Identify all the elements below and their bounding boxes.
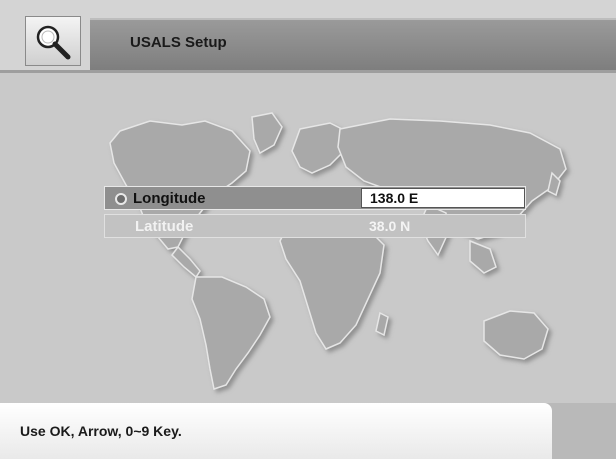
- latitude-row[interactable]: Latitude 38.0 N: [104, 214, 526, 238]
- longitude-value: 138.0 E: [370, 190, 419, 206]
- latitude-value[interactable]: 38.0 N: [369, 218, 410, 234]
- latitude-label: Latitude: [135, 218, 194, 235]
- magnifier-icon: [25, 16, 81, 66]
- title-bar: USALS Setup: [90, 18, 616, 70]
- longitude-label: Longitude: [133, 190, 206, 207]
- selected-radio-icon: [115, 193, 127, 205]
- world-map-area: Longitude 138.0 E Latitude 38.0 N: [0, 73, 616, 403]
- header: USALS Setup: [0, 0, 616, 72]
- longitude-input[interactable]: 138.0 E: [361, 188, 525, 208]
- longitude-row[interactable]: Longitude 138.0 E: [104, 186, 526, 210]
- coordinates-panel: Longitude 138.0 E Latitude 38.0 N: [104, 186, 526, 241]
- page-title: USALS Setup: [130, 34, 227, 51]
- help-text: Use OK, Arrow, 0~9 Key.: [20, 423, 182, 439]
- help-bar: Use OK, Arrow, 0~9 Key.: [0, 403, 552, 459]
